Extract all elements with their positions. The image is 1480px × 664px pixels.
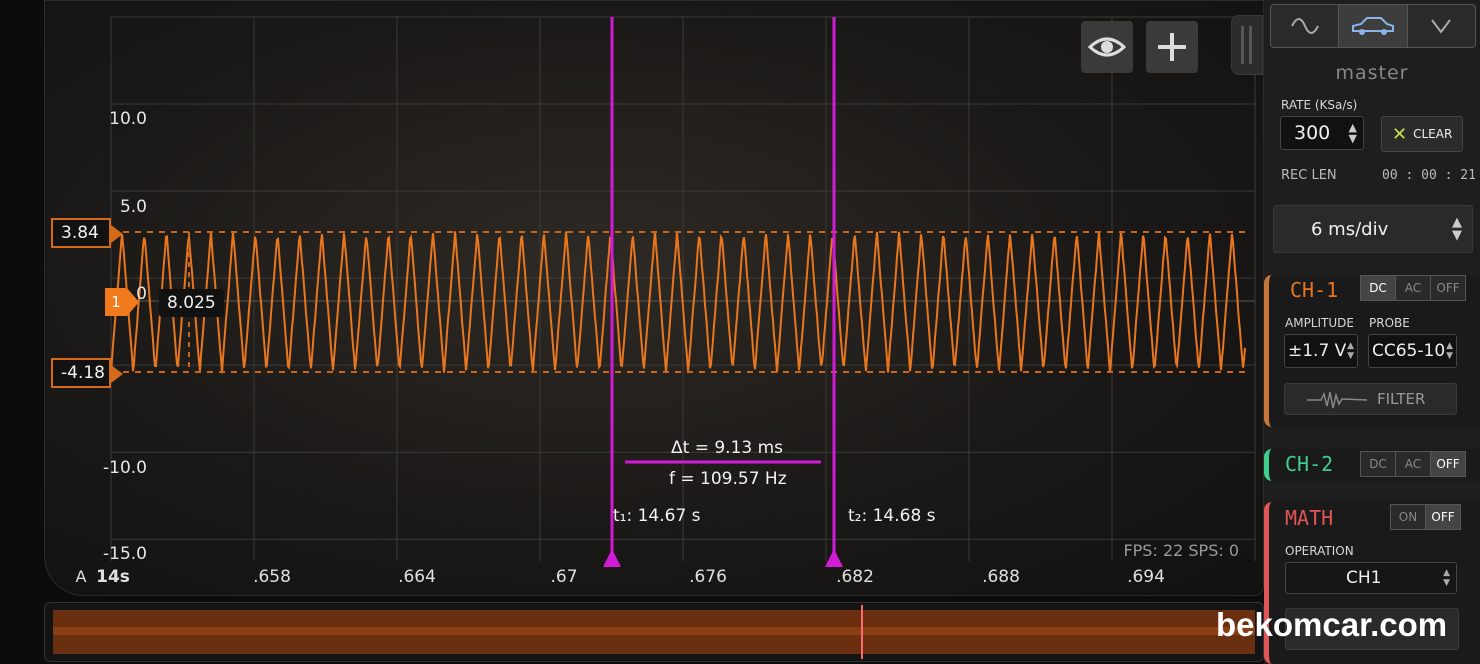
filter-button[interactable]: FILTER [1284,383,1457,415]
ch1-name: CH-1 [1290,278,1339,302]
fps-readout: FPS: 22 SPS: 0 [1123,541,1239,560]
chevron-down-icon [1431,19,1452,34]
cursor-t1-readout: t₁: 14.67 s [613,506,701,526]
probe-label: PROBE [1369,316,1410,330]
watermark: bekomcar.com [1216,606,1448,643]
close-icon: ✕ [1392,123,1408,145]
stepper-icon: ▲ ▼ [1446,341,1453,361]
ch1-panel: CH-1 DC AC OFF AMPLITUDE PROBE ±1.7 V ▲ ▼… [1264,275,1480,427]
upper-level-value: 3.84 [61,223,99,243]
overview-core [53,627,1255,635]
rate-value: 300 [1294,122,1331,144]
grip-line [1241,26,1244,64]
tab-scope[interactable] [1271,5,1340,47]
operation-select[interactable]: CH1 ▲ ▼ [1285,562,1457,594]
x-label: .67 [550,567,578,587]
ch2-ac-button[interactable]: AC [1396,452,1431,476]
scope-display[interactable]: 10.0 5.0 0 -10.0 -15.0 A 14s .658 .664 .… [44,0,1264,596]
rate-label: RATE (KSa/s) [1281,98,1358,112]
x-label: .664 [398,567,436,587]
amplitude-select[interactable]: ±1.7 V ▲ ▼ [1284,334,1358,368]
arrow-right-icon [111,365,123,383]
y-label-10: 10.0 [109,109,147,129]
ch2-dc-button[interactable]: DC [1361,452,1396,476]
rec-len-label: REC LEN [1281,168,1337,183]
x-label: .688 [982,567,1020,587]
math-off-button[interactable]: OFF [1426,505,1460,529]
probe-value: CC65-10 [1372,341,1446,361]
amplitude-label: AMPLITUDE [1285,316,1354,330]
x-label: .676 [689,567,727,587]
cursor-t2-handle [825,549,843,567]
math-on-button[interactable]: ON [1391,505,1426,529]
control-sidebar: master RATE (KSa/s) 300 ▲ ▼ ✕ CLEAR REC L… [1264,0,1480,664]
probe-select[interactable]: CC65-10 ▲ ▼ [1368,334,1457,368]
math-name: MATH [1285,506,1334,530]
tab-vehicle[interactable] [1339,5,1408,47]
operation-label: OPERATION [1285,544,1354,558]
upper-level-marker[interactable]: 3.84 [51,218,123,248]
cursor-delta-t: Δt = 9.13 ms [671,438,784,458]
cursor-frequency: f = 109.57 Hz [669,469,787,489]
x-label: .658 [253,567,291,587]
trigger-value: 8.025 [159,289,224,317]
stepper-icon: ▲ ▼ [1347,341,1354,361]
stepper-icon: ▲ ▼ [1443,568,1450,588]
record-overview-strip[interactable] [44,602,1264,662]
ch2-coupling: DC AC OFF [1360,451,1466,477]
master-label: master [1335,62,1409,84]
tab-collapse[interactable] [1408,5,1475,47]
lower-level-value: -4.18 [61,363,105,383]
noise-waveform-icon [1307,391,1367,409]
timebase-value: 6 ms/div [1311,218,1389,240]
stepper-icon: ▲ ▼ [1452,215,1462,243]
panel-drag-handle[interactable] [1231,15,1263,75]
lower-level-marker[interactable]: -4.18 [51,358,123,388]
ch2-panel: CH-2 DC AC OFF [1264,449,1480,481]
mode-tabs [1270,4,1476,48]
math-toggle: ON OFF [1390,504,1461,530]
rec-len-value: 00 : 00 : 21 [1382,168,1476,183]
eye-button[interactable] [1081,21,1133,73]
x-label: 14s [96,567,130,587]
cursor-t2-readout: t₂: 14.68 s [848,506,936,526]
operation-value: CH1 [1346,568,1382,588]
ch2-name: CH-2 [1285,452,1334,476]
arrow-right-icon [111,225,123,243]
y-label-5: 5.0 [119,197,147,217]
amplitude-value: ±1.7 V [1288,341,1347,361]
clear-button[interactable]: ✕ CLEAR [1381,116,1463,152]
sine-wave-icon [1290,18,1319,34]
plus-icon [1158,33,1186,61]
overview-waveform [53,605,1255,659]
clear-label: CLEAR [1413,127,1453,141]
ch1-off-button[interactable]: OFF [1431,276,1465,300]
timebase-selector[interactable]: 6 ms/div ▲ ▼ [1273,205,1473,253]
eye-icon [1088,37,1126,57]
channel-1-offset-tag[interactable]: 1 [105,288,139,316]
x-label: .682 [836,567,874,587]
y-label-neg10: -10.0 [103,458,147,478]
add-button[interactable] [1146,21,1198,73]
stepper-icon: ▲ ▼ [1348,121,1357,145]
filter-label: FILTER [1377,390,1426,408]
ch1-dc-button[interactable]: DC [1361,276,1396,300]
ch1-coupling: DC AC OFF [1360,275,1466,301]
ch2-off-button[interactable]: OFF [1431,452,1465,476]
grip-line [1249,26,1252,64]
ch1-ac-button[interactable]: AC [1396,276,1431,300]
car-icon [1351,17,1394,35]
ch1-trace [110,231,1246,374]
cursor-t1-handle [603,549,621,567]
y-label-neg15: -15.0 [103,544,147,564]
x-label: .694 [1127,567,1165,587]
x-prefix: A [75,567,87,586]
rate-input[interactable]: 300 ▲ ▼ [1280,116,1364,150]
